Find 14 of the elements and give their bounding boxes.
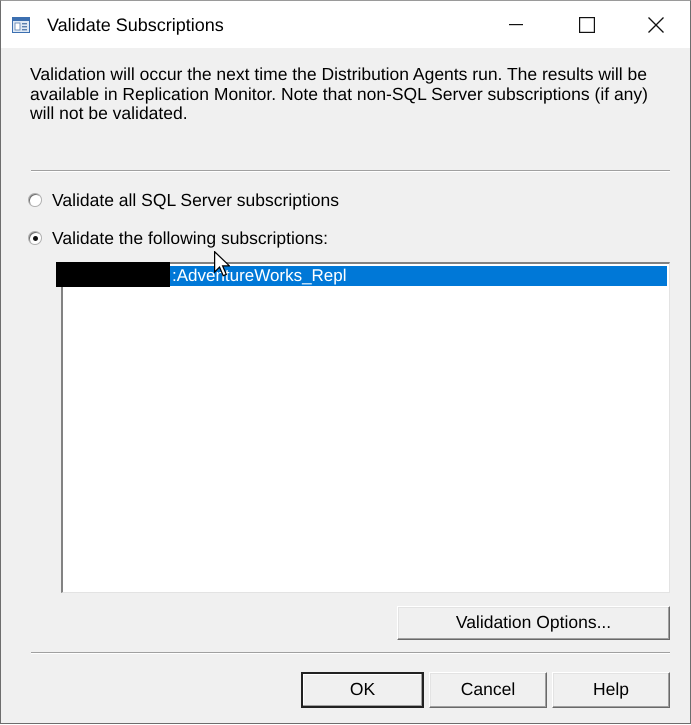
cancel-button[interactable]: Cancel (429, 672, 547, 708)
radio-option[interactable]: Validate all SQL Server subscriptions (30, 190, 339, 210)
description-text: Validation will occur the next time the Distribution Agents run. The results will be available in Replication Monitor. Note that non-SQL Server subscriptions (if any) will not be validated. (30, 65, 649, 124)
radio-option[interactable]: Validate the following subscriptions: (30, 228, 328, 248)
help-button[interactable]: Help (552, 672, 670, 708)
close-icon (648, 16, 664, 32)
radio-button[interactable] (28, 193, 42, 207)
window-app-icon (12, 16, 30, 32)
window-title: Validate Subscriptions (47, 15, 224, 36)
minimize-icon (509, 24, 523, 26)
ok-button[interactable]: OK (301, 672, 424, 708)
radio-button[interactable] (28, 231, 42, 245)
maximize-icon (579, 16, 595, 32)
validation-options-button[interactable]: Validation Options... (397, 606, 670, 640)
